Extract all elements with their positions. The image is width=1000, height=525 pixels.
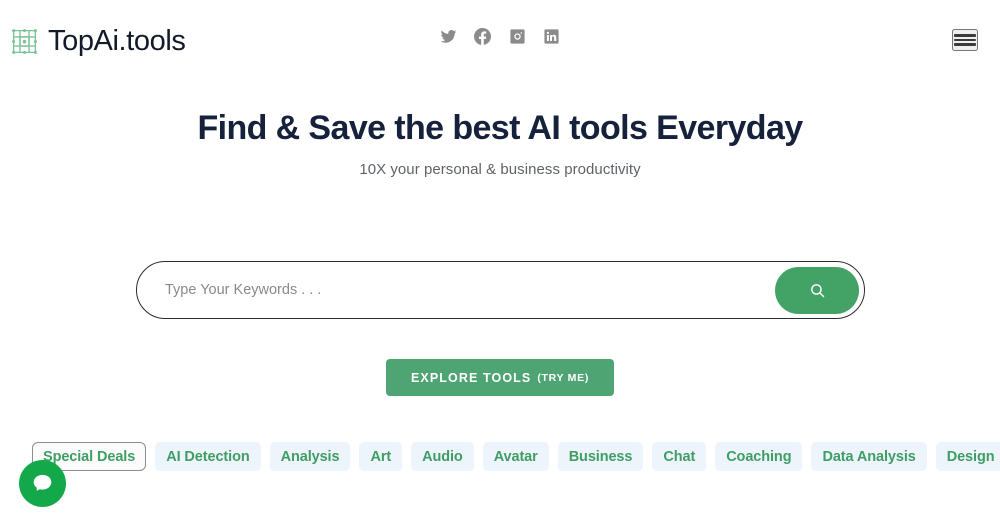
brand-name: TopAi.tools [48,24,186,57]
category-tag[interactable]: Art [359,441,403,471]
neural-network-lattice-icon [12,28,37,54]
category-tag[interactable]: Data Analysis [811,441,927,471]
facebook-icon[interactable] [474,28,492,45]
category-tag[interactable]: Audio [411,441,474,471]
search-icon [810,284,824,298]
explore-button-label: EXPLORE TOOLS [410,370,532,385]
explore-tools-button[interactable]: EXPLORE TOOLS (TRY ME) [386,359,614,396]
category-tag[interactable]: Analysis [269,441,351,471]
hero-section: Find & Save the best AI tools Everyday 1… [0,108,1000,178]
category-tag[interactable]: Chat [652,441,707,471]
category-tag[interactable]: AI Detection [155,441,261,471]
brand-logo[interactable]: TopAi.tools [10,24,186,57]
page-root: TopAi.tools Find & Save the best AI tool… [0,0,1000,525]
chat-bubble-icon [33,474,52,491]
twitter-icon[interactable] [440,28,457,45]
category-tag[interactable]: Coaching [715,441,803,471]
chat-widget-button[interactable] [19,460,66,507]
search-input[interactable] [137,262,864,318]
category-tag[interactable]: Avatar [482,441,549,471]
explore-button-sublabel: (TRY ME) [537,371,590,384]
search-bar [136,261,865,319]
hamburger-bar [954,34,976,37]
social-links [440,28,560,45]
category-tag[interactable]: Design [935,441,1000,471]
page-subtitle: 10X your personal & business productivit… [359,161,641,179]
category-tag-list[interactable]: Special Deals AI Detection Analysis Art Audi… [32,440,1000,472]
hamburger-bar [954,38,976,42]
page-title: Find & Save the best AI tools Everyday [197,109,803,147]
site-header: TopAi.tools [0,0,1000,82]
category-tag[interactable]: Business [557,441,644,471]
search-submit-button[interactable] [775,267,859,314]
hamburger-menu-icon[interactable] [952,29,978,51]
linkedin-icon[interactable] [543,28,560,45]
search-box [136,261,865,319]
hamburger-bar [954,43,976,46]
instagram-icon[interactable] [509,28,526,45]
